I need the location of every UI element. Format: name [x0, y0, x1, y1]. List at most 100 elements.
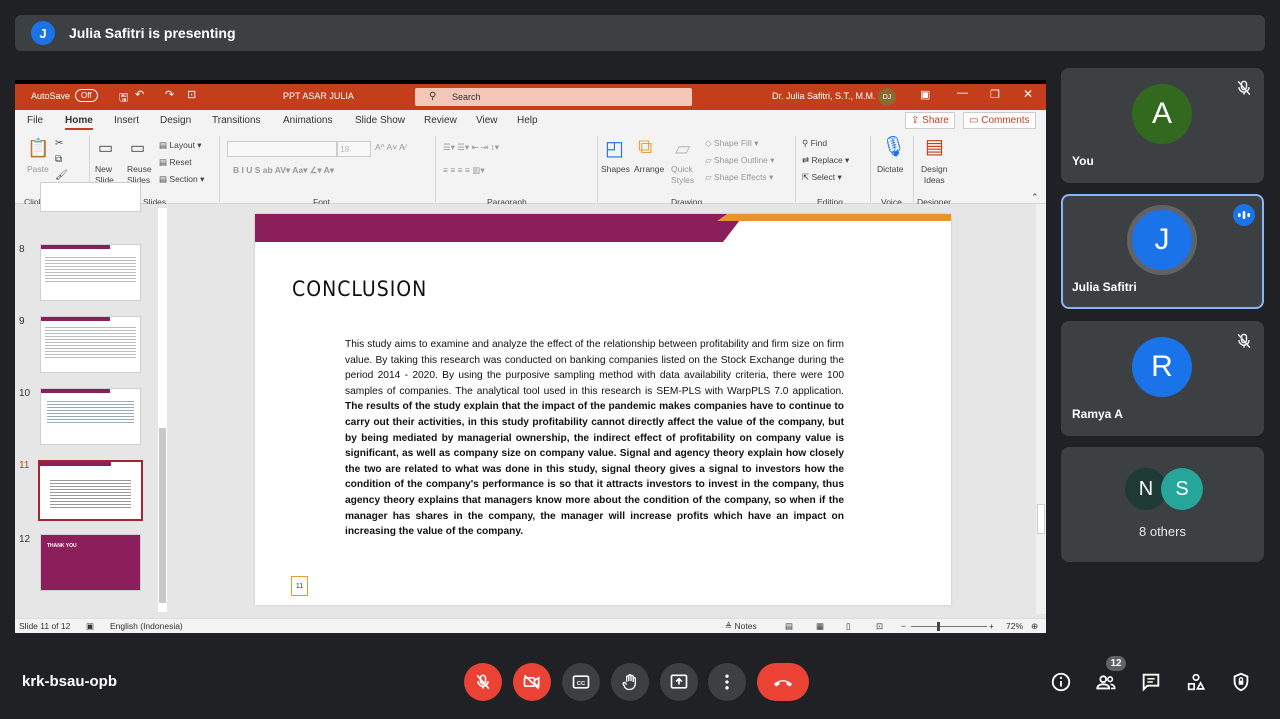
autosave-toggle[interactable]: Off: [75, 89, 98, 102]
slide-thumb-7[interactable]: [40, 182, 141, 212]
slide-thumb-11-selected[interactable]: [38, 460, 143, 521]
zoom-slider[interactable]: [911, 622, 987, 631]
list-icons[interactable]: ☰▾ ☰▾ ⇤ ⇥ ↕▾: [443, 142, 499, 153]
find-button[interactable]: ⚲ Find: [802, 138, 827, 149]
present-now-button[interactable]: [660, 663, 698, 701]
quick-styles-label[interactable]: Quick Styles: [671, 164, 694, 186]
copy-icon[interactable]: ⧉: [55, 154, 62, 165]
reading-view-icon[interactable]: ▯: [846, 621, 851, 632]
dictate-icon[interactable]: 🎙: [881, 134, 906, 159]
slide-show-icon[interactable]: ⊡: [876, 621, 883, 632]
spell-check-icon[interactable]: ▣: [86, 621, 94, 632]
fit-slide-icon[interactable]: ⊕: [1031, 621, 1038, 632]
new-slide-icon[interactable]: ▭: [98, 138, 113, 158]
font-size-box[interactable]: 18: [337, 141, 371, 157]
notes-button[interactable]: ≜ Notes: [725, 621, 757, 632]
slide-sorter-icon[interactable]: ▦: [816, 621, 824, 632]
font-name-box[interactable]: [227, 141, 337, 157]
replace-button[interactable]: ⇄ Replace ▾: [802, 155, 849, 166]
shapes-icon[interactable]: ◰: [605, 136, 624, 161]
thumbs-scrollbar[interactable]: [158, 208, 167, 612]
arrange-icon[interactable]: ⧉: [638, 136, 652, 159]
thumb-header-bar: [41, 245, 111, 249]
reset-label: Reset: [169, 157, 192, 167]
activities-button[interactable]: [1180, 666, 1212, 698]
close-icon[interactable]: ✕: [1023, 87, 1033, 101]
tab-design[interactable]: Design: [160, 115, 191, 126]
leave-call-button[interactable]: [757, 663, 809, 701]
shapes-label[interactable]: Shapes: [601, 164, 630, 174]
mic-toggle-button[interactable]: [464, 663, 502, 701]
more-options-button[interactable]: [708, 663, 746, 701]
tab-transitions[interactable]: Transitions: [212, 115, 261, 126]
slide-thumb-8[interactable]: [40, 244, 141, 301]
minimize-icon[interactable]: —: [957, 87, 968, 99]
participant-tile-you[interactable]: A You: [1061, 68, 1264, 183]
redo-icon[interactable]: ↷: [165, 88, 174, 101]
editor-scrollbar[interactable]: [1036, 204, 1046, 614]
tab-animations[interactable]: Animations: [283, 115, 332, 126]
thumb-content: [45, 255, 136, 283]
undo-icon[interactable]: ↶: [135, 88, 144, 101]
current-slide[interactable]: CONCLUSION This study aims to examine an…: [255, 214, 951, 605]
dictate-label[interactable]: Dictate: [877, 164, 903, 174]
slide-thumb-9[interactable]: [40, 316, 141, 373]
tab-help[interactable]: Help: [517, 115, 538, 126]
info-icon: [1051, 672, 1071, 692]
zoom-in-icon[interactable]: +: [989, 621, 994, 631]
section-button[interactable]: ▤ Section ▾: [159, 174, 204, 185]
participant-tile-presenter[interactable]: J Julia Safitri: [1061, 194, 1264, 309]
paste-icon[interactable]: 📋: [27, 138, 49, 159]
host-controls-button[interactable]: [1225, 666, 1257, 698]
participant-tile-others[interactable]: N S 8 others: [1061, 447, 1264, 562]
tab-home[interactable]: Home: [65, 115, 93, 130]
editor-scrollbar-thumb[interactable]: [1037, 504, 1045, 534]
participant-tile-ramya[interactable]: R Ramya A: [1061, 321, 1264, 436]
shape-fill-button[interactable]: ◇ Shape Fill ▾: [705, 138, 758, 149]
cut-icon[interactable]: ✂: [55, 138, 63, 149]
status-bar: Slide 11 of 12 ▣ English (Indonesia) ≜ N…: [15, 618, 1046, 633]
thumb-header-bar: [41, 317, 111, 321]
arrange-label[interactable]: Arrange: [634, 164, 664, 174]
slide-thumb-12[interactable]: THANK YOU: [40, 534, 141, 591]
zoom-out-icon[interactable]: −: [901, 621, 906, 631]
zoom-level[interactable]: 72%: [1006, 621, 1023, 631]
align-icons[interactable]: ≡ ≡ ≡ ≡ ▥▾: [443, 165, 485, 176]
quick-styles-icon[interactable]: ▱: [675, 136, 690, 161]
present-from-start-icon[interactable]: ⊡: [187, 88, 196, 101]
save-icon[interactable]: 🖫: [119, 89, 128, 108]
design-ideas-label[interactable]: Design Ideas: [921, 164, 947, 186]
camera-toggle-button[interactable]: [513, 663, 551, 701]
captions-button[interactable]: CC: [562, 663, 600, 701]
tab-view[interactable]: View: [476, 115, 498, 126]
language-label[interactable]: English (Indonesia): [110, 621, 183, 631]
raise-hand-button[interactable]: [611, 663, 649, 701]
thumbs-scrollbar-thumb[interactable]: [159, 428, 166, 603]
shape-outline-button[interactable]: ▱ Shape Outline ▾: [705, 155, 774, 166]
font-style-icons[interactable]: B I U S ab AV▾ Aa▾ ∠▾ A▾: [233, 165, 334, 176]
font-size-adjust-icons[interactable]: A^ A˅ A⁄: [375, 142, 406, 152]
collapse-ribbon-icon[interactable]: ⌃: [1031, 192, 1039, 203]
search-box[interactable]: ⚲ Search: [415, 88, 692, 106]
normal-view-icon[interactable]: ▤: [785, 621, 793, 632]
chat-button[interactable]: [1135, 666, 1167, 698]
tab-slide-show[interactable]: Slide Show: [355, 115, 405, 126]
ribbon-display-icon[interactable]: ▣: [920, 88, 930, 101]
shape-effects-button[interactable]: ▱ Shape Effects ▾: [705, 172, 773, 183]
restore-icon[interactable]: ❐: [990, 88, 1000, 101]
meeting-details-button[interactable]: [1045, 666, 1077, 698]
comments-button[interactable]: ▭ Comments: [963, 112, 1036, 129]
share-button[interactable]: ⇪ Share: [905, 112, 955, 129]
user-avatar[interactable]: DJ: [878, 88, 896, 106]
format-painter-icon[interactable]: 🖌: [55, 170, 68, 181]
reuse-slides-icon[interactable]: ▭: [130, 138, 145, 158]
zoom-slider-thumb[interactable]: [937, 622, 940, 631]
reset-button[interactable]: ▤ Reset: [159, 157, 192, 168]
tab-insert[interactable]: Insert: [114, 115, 139, 126]
slide-thumb-10[interactable]: [40, 388, 141, 445]
tab-review[interactable]: Review: [424, 115, 457, 126]
layout-button[interactable]: ▤ Layout ▾: [159, 140, 202, 151]
design-ideas-icon[interactable]: ▤: [925, 134, 944, 159]
select-button[interactable]: ⇱ Select ▾: [802, 172, 842, 183]
tab-file[interactable]: File: [27, 115, 43, 126]
